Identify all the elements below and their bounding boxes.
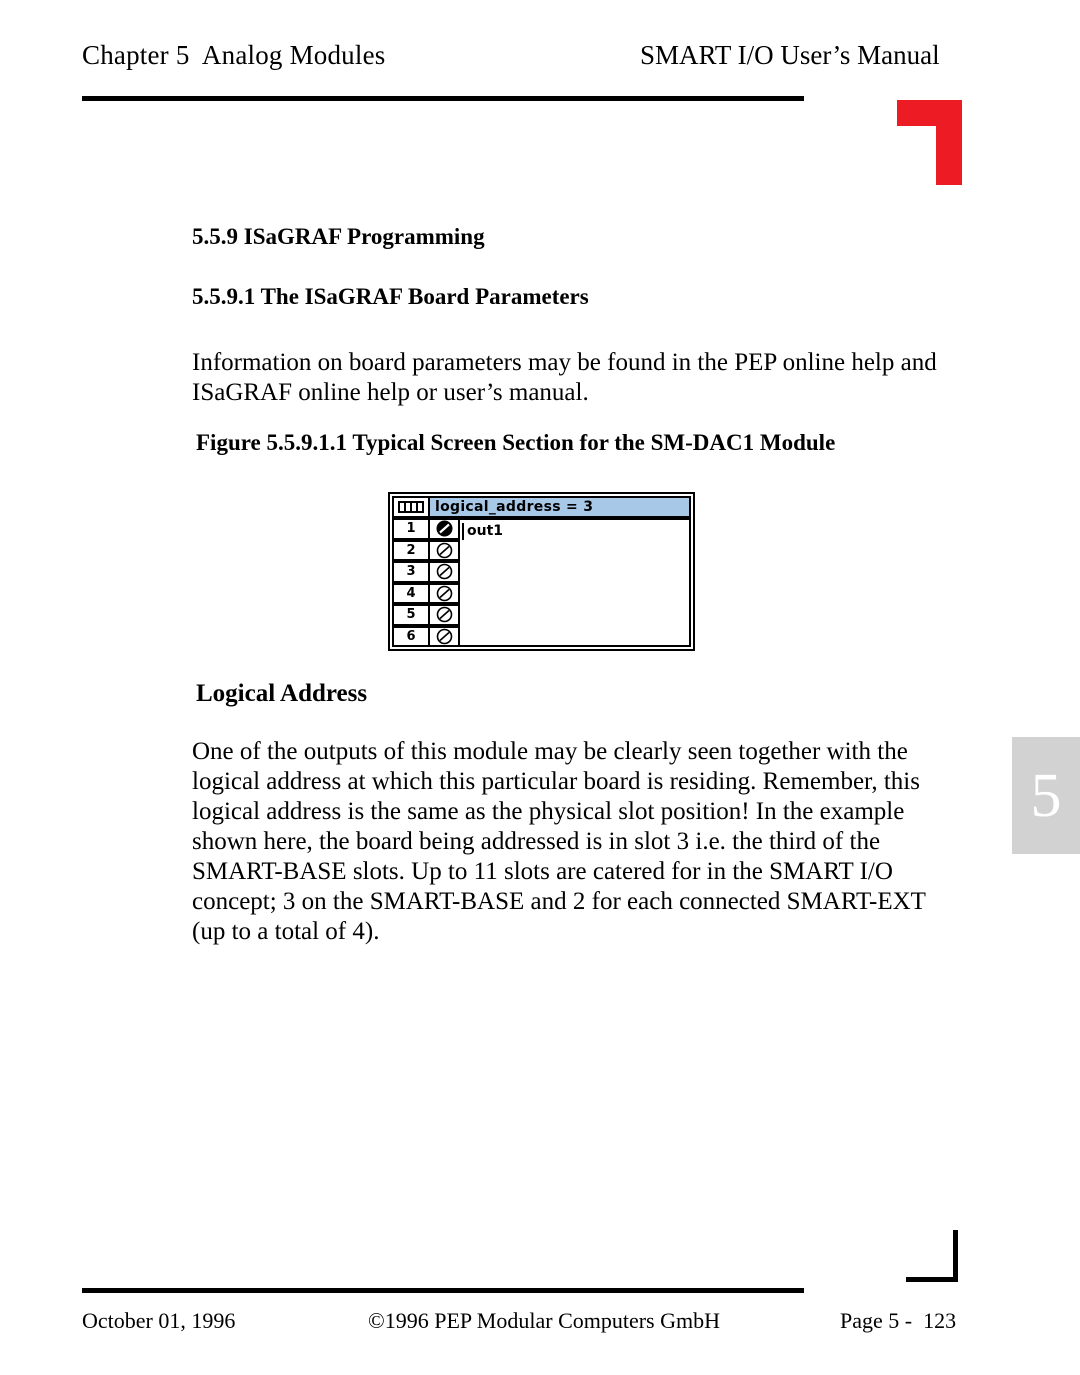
slashed-circle-icon-filled[interactable] bbox=[430, 518, 460, 540]
paragraph-board-parameters-info: Information on board parameters may be f… bbox=[192, 349, 937, 406]
slashed-circle-icon[interactable] bbox=[430, 625, 460, 647]
footer-date: October 01, 1996 bbox=[82, 1308, 236, 1333]
screenshot-inner-frame: logical_address = 3 1 2 3 4 5 6 out1 bbox=[392, 496, 691, 647]
paragraph-logical-address-body: One of the outputs of this module may be… bbox=[192, 738, 926, 945]
red-corner-mark-icon bbox=[897, 100, 962, 185]
chapter-tab-marker: 5 bbox=[1012, 737, 1080, 854]
output-variable-label: out1 bbox=[467, 523, 504, 539]
channel-row[interactable]: 6 bbox=[392, 625, 460, 647]
isagraf-board-screenshot: logical_address = 3 1 2 3 4 5 6 out1 bbox=[388, 492, 695, 651]
slashed-circle-icon[interactable] bbox=[430, 582, 460, 604]
footer-page-number: Page 5 - 123 bbox=[840, 1308, 957, 1333]
text-cursor-caret bbox=[462, 523, 464, 540]
channel-number-button[interactable]: 1 bbox=[392, 518, 430, 540]
header-manual-title: SMART I/O User’s Manual bbox=[640, 40, 940, 70]
crop-mark-horizontal-bar bbox=[906, 1277, 958, 1282]
channel-row[interactable]: 3 bbox=[392, 561, 460, 583]
channel-number-button[interactable]: 2 bbox=[392, 539, 430, 561]
red-corner-mark-vertical-bar bbox=[936, 100, 962, 185]
section-heading-5-5-9-1: 5.5.9.1 The ISaGRAF Board Parameters bbox=[192, 284, 589, 309]
subsection-heading-logical-address: Logical Address bbox=[196, 680, 368, 707]
header-chapter-title: Chapter 5 Analog Modules bbox=[82, 40, 386, 70]
widget-content-pane[interactable]: out1 bbox=[460, 518, 691, 647]
channel-number-button[interactable]: 3 bbox=[392, 561, 430, 583]
dip-switch-icon[interactable] bbox=[392, 496, 430, 518]
slashed-circle-icon[interactable] bbox=[430, 604, 460, 626]
channel-number-button[interactable]: 6 bbox=[392, 625, 430, 647]
crop-mark-vertical-bar bbox=[953, 1230, 958, 1282]
slashed-circle-icon[interactable] bbox=[430, 539, 460, 561]
section-heading-5-5-9: 5.5.9 ISaGRAF Programming bbox=[192, 224, 485, 249]
figure-caption: Figure 5.5.9.1.1 Typical Screen Section … bbox=[196, 430, 836, 455]
chapter-tab-number: 5 bbox=[1030, 761, 1062, 830]
channel-row[interactable]: 4 bbox=[392, 582, 460, 604]
footer-divider-rule bbox=[82, 1288, 804, 1293]
channel-row[interactable]: 5 bbox=[392, 604, 460, 626]
footer-copyright: ©1996 PEP Modular Computers GmbH bbox=[368, 1308, 721, 1333]
widget-titlebar: logical_address = 3 bbox=[392, 496, 691, 518]
crop-mark-icon bbox=[906, 1230, 958, 1282]
channel-strip: 1 2 3 4 5 6 bbox=[392, 518, 460, 647]
channel-row[interactable]: 2 bbox=[392, 539, 460, 561]
widget-title-label: logical_address = 3 bbox=[430, 496, 691, 518]
header-divider-rule bbox=[82, 96, 804, 101]
channel-row[interactable]: 1 bbox=[392, 518, 460, 540]
channel-number-button[interactable]: 5 bbox=[392, 604, 430, 626]
widget-body: 1 2 3 4 5 6 out1 bbox=[392, 518, 691, 647]
slashed-circle-icon[interactable] bbox=[430, 561, 460, 583]
channel-number-button[interactable]: 4 bbox=[392, 582, 430, 604]
